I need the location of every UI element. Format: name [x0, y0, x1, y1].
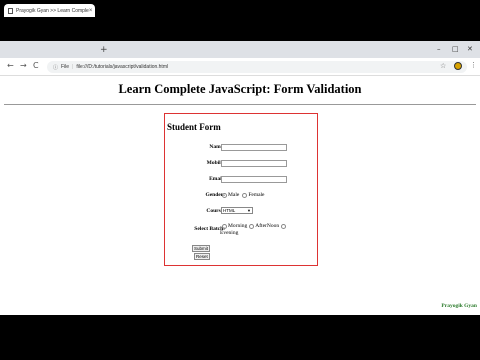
- chevron-down-icon: ▼: [247, 208, 251, 213]
- forward-icon[interactable]: →: [20, 61, 27, 71]
- page-title: Learn Complete JavaScript: Form Validati…: [118, 82, 362, 96]
- gender-female-label: Female: [248, 192, 265, 198]
- batch-afternoon-radio[interactable]: [249, 223, 255, 229]
- course-selected-value: HTML: [223, 208, 236, 213]
- back-icon[interactable]: ←: [7, 61, 14, 71]
- gender-options: Male Female: [222, 192, 265, 198]
- address-bar[interactable]: ⓘ File | file:///D:/tutorials/javascript…: [47, 61, 467, 73]
- reset-button[interactable]: Reset: [194, 253, 210, 260]
- extension-icon[interactable]: [454, 62, 462, 70]
- name-input[interactable]: [221, 144, 287, 151]
- gender-male-radio[interactable]: [222, 192, 227, 198]
- minimize-icon[interactable]: –: [437, 45, 441, 53]
- url-scheme-label: File: [61, 64, 70, 70]
- batch-morning-label: Morning: [228, 223, 248, 229]
- gender-female-radio[interactable]: [242, 192, 248, 198]
- email-input[interactable]: [221, 176, 287, 183]
- reload-icon[interactable]: C: [33, 61, 39, 71]
- tab-title: Prayogik Gyan >> Learn Comple: [16, 7, 89, 14]
- divider: [4, 104, 476, 105]
- batch-evening-label: Evening: [220, 230, 239, 236]
- url-text[interactable]: file:///D:/tutorials/javascript/validati…: [76, 64, 168, 70]
- gender-male-label: Male: [228, 192, 240, 198]
- course-select[interactable]: HTML ▼: [221, 207, 253, 214]
- batch-evening-radio[interactable]: [281, 223, 287, 229]
- student-form: Student Form Name: Mobile: Email: Gender…: [164, 113, 318, 266]
- batch-morning-radio[interactable]: [222, 223, 227, 229]
- batch-evening-row: Evening: [220, 230, 238, 236]
- submit-button[interactable]: Submit: [192, 245, 211, 252]
- url-separator: |: [72, 64, 74, 70]
- form-title: Student Form: [167, 122, 221, 132]
- page-content: Learn Complete JavaScript: Form Validati…: [0, 77, 480, 315]
- new-tab-button[interactable]: +: [100, 46, 108, 55]
- browser-tab[interactable]: Prayogik Gyan >> Learn Comple ×: [4, 4, 95, 17]
- close-window-icon[interactable]: ✕: [467, 45, 473, 53]
- tab-strip: [0, 41, 480, 58]
- bookmark-star-icon[interactable]: ☆: [440, 62, 446, 70]
- maximize-icon[interactable]: □: [452, 45, 459, 53]
- batch-options: Morning AfterNoon: [222, 223, 287, 229]
- batch-afternoon-label: AfterNoon: [255, 223, 280, 229]
- menu-icon[interactable]: ⋮: [470, 61, 477, 69]
- info-icon[interactable]: ⓘ: [53, 64, 58, 71]
- page-icon: [8, 7, 13, 14]
- footer-brand: Prayogik Gyan: [441, 303, 477, 309]
- mobile-input[interactable]: [221, 160, 287, 167]
- close-tab-icon[interactable]: ×: [89, 8, 93, 14]
